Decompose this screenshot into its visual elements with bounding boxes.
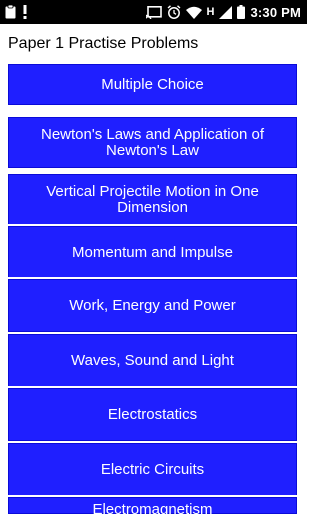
topic-button-electric-circuits[interactable]: Electric Circuits [8,441,297,496]
topic-button-newtons-laws[interactable]: Newton's Laws and Application of Newton'… [8,115,297,168]
app-bar: Paper 1 Practise Problems [0,24,307,62]
topic-button-label: Electric Circuits [100,460,205,478]
network-type-label: H [206,6,215,18]
battery-icon [237,5,246,19]
status-bar: H 3:30 PM [0,0,307,24]
topic-button-label: Electrostatics [107,405,198,423]
topic-button-label: Work, Energy and Power [69,296,236,314]
status-time: 3:30 PM [250,4,301,20]
topic-button-label: Waves, Sound and Light [71,351,234,369]
page-title: Paper 1 Practise Problems [8,35,199,52]
topic-button-label: Momentum and Impulse [72,243,233,261]
status-bar-right: H 3:30 PM [145,3,301,21]
topic-button-momentum-impulse[interactable]: Momentum and Impulse [8,224,297,279]
topic-button-multiple-choice[interactable]: Multiple Choice [8,62,297,105]
exclamation-icon [22,5,28,19]
topic-button-label: Electromagnetism [92,501,213,514]
topic-button-work-energy-power[interactable]: Work, Energy and Power [8,277,297,332]
topic-button-electromagnetism[interactable]: Electromagnetism [8,495,297,514]
topic-button-label: Multiple Choice [101,75,204,93]
wifi-icon [185,6,202,19]
topic-button-electrostatics[interactable]: Electrostatics [8,386,297,441]
clipboard-icon [5,5,16,19]
topic-button-waves-sound-light[interactable]: Waves, Sound and Light [8,332,297,387]
status-bar-left [5,4,28,20]
cast-icon [145,5,162,19]
topic-button-label: Newton's Laws and Application of Newton'… [40,125,264,159]
topic-button-label: Vertical Projectile Motion in One Dimens… [46,183,259,216]
alarm-icon [167,5,181,19]
signal-icon [219,5,233,19]
topic-button-vertical-projectile-motion[interactable]: Vertical Projectile Motion in One Dimens… [8,172,297,226]
